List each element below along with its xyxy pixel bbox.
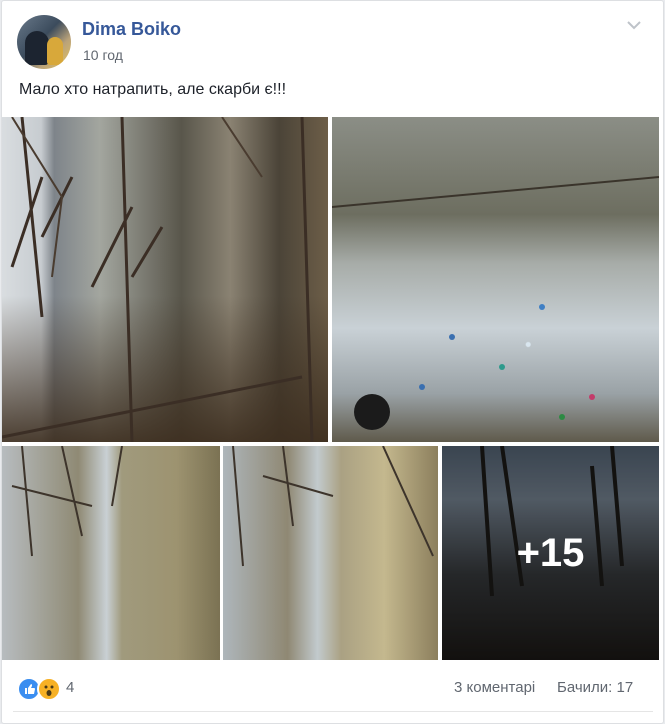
photo-1-branches [2,117,314,442]
more-photos-overlay[interactable]: +15 [442,446,659,660]
chevron-down-icon[interactable] [624,17,644,33]
author-name[interactable]: Dima Boiko [82,19,181,40]
footer-divider [13,711,653,712]
photo-4[interactable] [223,446,438,660]
post-time[interactable]: 10 год [83,47,123,63]
wow-icon[interactable] [37,677,61,701]
photo-4-trees [232,446,434,567]
avatar-figure-2 [47,37,63,65]
avatar-figure [25,31,49,65]
photo-2[interactable] [332,117,659,442]
views-count: Бачили: 17 [557,679,634,696]
photo-3-trees [11,446,123,557]
reactions-count[interactable]: 4 [66,679,74,696]
photo-1[interactable] [2,117,328,442]
post-text: Мало хто натрапить, але скарби є!!! [19,81,287,98]
photo-3[interactable] [2,446,220,660]
comments-count[interactable]: 3 коментарі [454,679,535,696]
avatar[interactable] [17,15,71,69]
photo-2-trash [332,176,659,430]
post-card: Dima Boiko 10 год Мало хто натрапить, ал… [1,0,664,724]
